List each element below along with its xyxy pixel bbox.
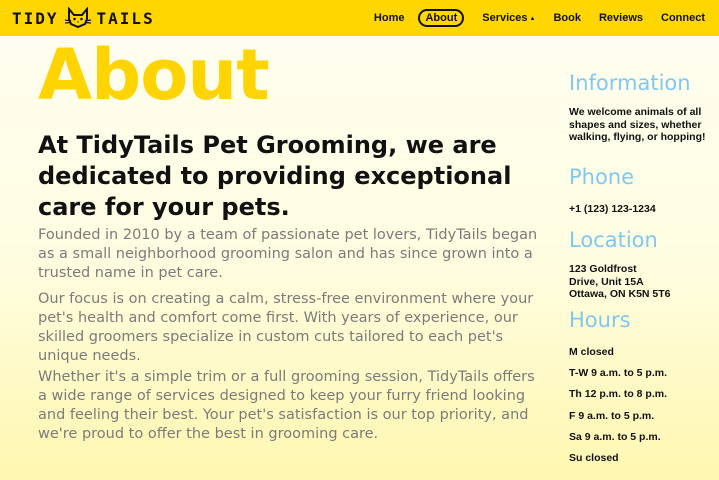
about-paragraph-focus: Our focus is on creating a calm, stress-… (38, 291, 534, 364)
lead-statement: At TidyTails Pet Grooming, we are dedica… (38, 131, 512, 221)
hours-list: M closed T-W 9 a.m. to 5 p.m. Th 12 p.m.… (569, 346, 667, 473)
nav-link-services[interactable]: Services ▲ (482, 12, 535, 24)
top-navigation-bar: TIDY TAILS Home About Services ▲ Book Re… (0, 0, 719, 36)
address: 123 Goldfrost Drive, Unit 15A Ottawa, ON… (569, 263, 714, 301)
phone-heading: Phone (569, 165, 635, 189)
main-nav: Home About Services ▲ Book Reviews Conne… (356, 0, 705, 36)
hours-item: Th 12 p.m. to 8 p.m. (569, 388, 668, 401)
hours-item: T-W 9 a.m. to 5 p.m. (569, 367, 668, 380)
hours-item: M closed (569, 346, 614, 358)
site-logo[interactable]: TIDY TAILS (12, 6, 155, 30)
information-heading: Information (569, 71, 691, 95)
address-line: 123 Goldfrost (569, 263, 637, 275)
nav-link-connect[interactable]: Connect (661, 12, 705, 24)
cat-face-icon (64, 7, 91, 29)
nav-link-reviews[interactable]: Reviews (599, 12, 643, 24)
page-title: About (38, 34, 270, 116)
hours-item: F 9 a.m. to 5 p.m. (569, 409, 655, 422)
address-line: Drive, Unit 15A (569, 275, 644, 288)
about-paragraph-history: Founded in 2010 by a team of passionate … (38, 227, 538, 281)
information-text: We welcome animals of all shapes and siz… (569, 106, 706, 143)
nav-link-services-label: Services (482, 12, 528, 24)
hours-item: Sa 9 a.m. to 5 p.m. (569, 430, 661, 443)
hours-heading: Hours (569, 308, 631, 332)
hours-item: Su closed (569, 451, 619, 464)
phone-number[interactable]: +1 (123) 123-1234 (569, 203, 714, 216)
nav-link-book[interactable]: Book (553, 12, 581, 24)
caret-up-icon: ▲ (529, 15, 536, 22)
about-paragraph-services: Whether it's a simple trim or a full gro… (38, 369, 535, 442)
logo-text-left: TIDY (12, 8, 59, 28)
nav-link-about[interactable]: About (418, 9, 465, 27)
location-heading: Location (569, 228, 658, 252)
logo-text-right: TAILS (96, 8, 155, 28)
nav-link-home[interactable]: Home (374, 12, 405, 24)
address-line: Ottawa, ON K5N 5T6 (569, 288, 671, 300)
